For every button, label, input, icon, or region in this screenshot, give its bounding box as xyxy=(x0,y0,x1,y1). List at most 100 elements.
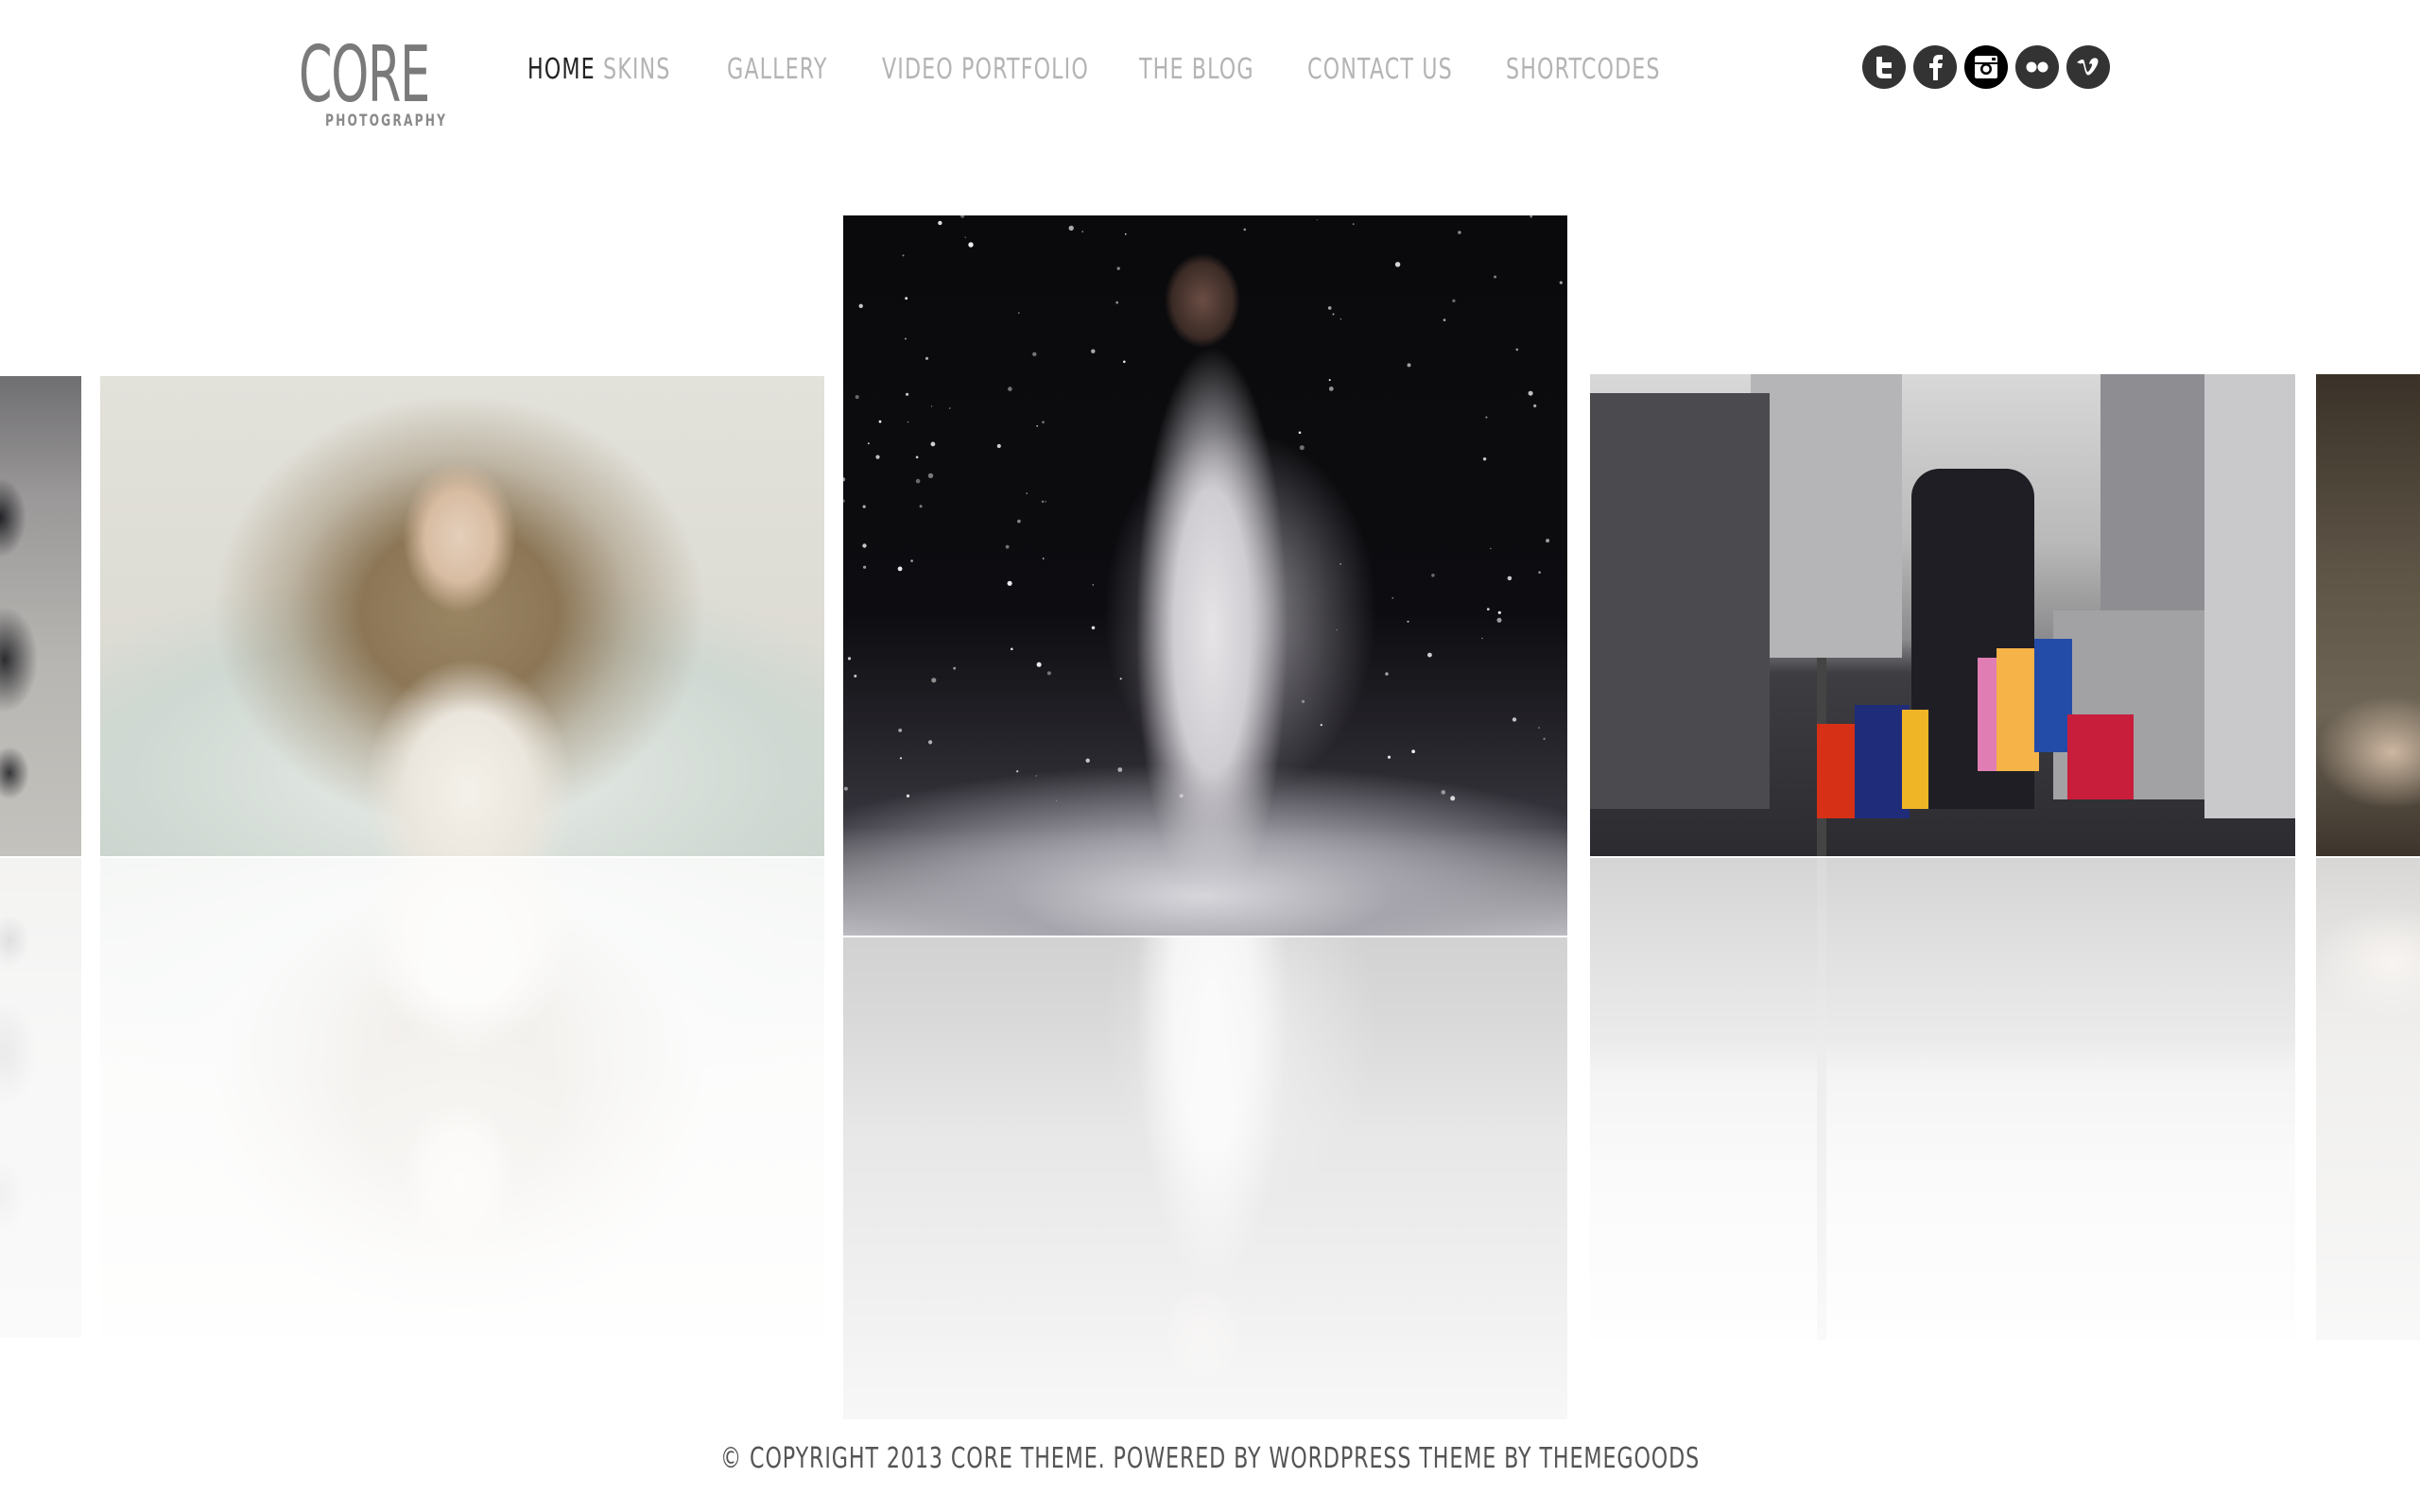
twitter-icon[interactable] xyxy=(1862,45,1906,89)
star xyxy=(1443,318,1446,321)
star xyxy=(862,505,866,508)
star xyxy=(1481,637,1483,640)
star xyxy=(1328,387,1334,391)
footer: © COPYRIGHT 2013 CORE THEME. POWERED BY … xyxy=(0,1440,2420,1478)
star xyxy=(996,443,1001,449)
stars-decoration xyxy=(843,215,1563,801)
star xyxy=(1427,652,1432,658)
nav-home[interactable]: HOME xyxy=(527,49,595,91)
nav-shortcodes[interactable]: SHORTCODES xyxy=(1506,49,1660,91)
star xyxy=(878,420,882,423)
star xyxy=(906,392,909,396)
star xyxy=(964,236,966,238)
star xyxy=(1407,620,1409,623)
star xyxy=(843,477,846,482)
gallery-slide-interior-heels[interactable] xyxy=(2316,374,2420,856)
star xyxy=(915,455,919,459)
star xyxy=(1117,767,1123,772)
star xyxy=(960,215,965,218)
star xyxy=(1026,492,1028,494)
star xyxy=(1458,231,1461,234)
nav-gallery[interactable]: GALLERY xyxy=(727,49,841,91)
star xyxy=(1017,312,1020,314)
star xyxy=(1035,775,1037,777)
star xyxy=(1411,749,1415,753)
star xyxy=(1336,628,1338,631)
gallery-slide-woman-on-bed[interactable] xyxy=(100,376,824,856)
star xyxy=(1394,262,1401,267)
star xyxy=(1512,717,1517,722)
star xyxy=(1387,755,1392,759)
star xyxy=(1068,225,1074,232)
star xyxy=(1123,360,1126,364)
vimeo-icon[interactable] xyxy=(2066,45,2110,89)
star xyxy=(1332,313,1335,316)
star xyxy=(897,566,903,572)
star xyxy=(1119,678,1122,680)
star xyxy=(847,657,852,661)
star xyxy=(907,421,909,423)
star xyxy=(1340,318,1342,320)
star xyxy=(1441,790,1446,795)
star xyxy=(905,297,908,301)
star xyxy=(1538,571,1541,574)
star xyxy=(1007,580,1012,586)
flickr-icon[interactable] xyxy=(2015,45,2059,89)
nav-skins[interactable]: SKINS xyxy=(603,49,695,91)
star xyxy=(1431,574,1435,577)
star xyxy=(1032,352,1037,356)
gallery-slide-abstract-tree[interactable] xyxy=(0,376,81,856)
star xyxy=(1005,544,1010,549)
star xyxy=(1092,584,1095,586)
star xyxy=(854,674,857,678)
star xyxy=(899,757,903,760)
slide-reflection xyxy=(2316,858,2420,1340)
star xyxy=(1081,231,1083,232)
star xyxy=(1392,596,1394,599)
star xyxy=(905,337,907,340)
star xyxy=(930,405,933,407)
slide-reflection xyxy=(0,858,81,1338)
star xyxy=(1124,232,1127,235)
site-logo[interactable]: CORE PHOTOGRAPHY xyxy=(299,32,459,136)
star xyxy=(1042,558,1045,559)
slide-reflection xyxy=(1590,858,2295,1340)
star xyxy=(930,441,936,447)
star xyxy=(1452,299,1456,302)
main-nav: HOME SKINS GALLERY VIDEO PORTFOLIO THE B… xyxy=(527,49,1695,91)
star xyxy=(1316,219,1318,221)
nav-video-portfolio[interactable]: VIDEO PORTFOLIO xyxy=(882,49,1088,91)
star xyxy=(1298,431,1302,435)
star xyxy=(1543,737,1546,741)
star xyxy=(1385,672,1389,676)
star xyxy=(948,407,951,409)
instagram-icon[interactable] xyxy=(1964,45,2008,89)
star xyxy=(1507,576,1512,581)
star xyxy=(855,395,859,400)
gallery-slide-city-shopping[interactable] xyxy=(1590,374,2295,856)
star xyxy=(1091,349,1096,353)
star xyxy=(1320,724,1322,727)
nav-the-blog[interactable]: THE BLOG xyxy=(1139,49,1264,91)
star xyxy=(910,559,913,562)
star xyxy=(1116,266,1120,270)
star xyxy=(1036,662,1042,667)
star xyxy=(968,242,974,248)
nav-contact-us[interactable]: CONTACT US xyxy=(1307,49,1454,91)
facebook-icon[interactable] xyxy=(1913,45,1957,89)
social-links xyxy=(1862,45,2110,89)
star xyxy=(928,740,933,745)
star xyxy=(1243,228,1247,232)
star xyxy=(843,786,848,791)
star xyxy=(1056,799,1058,801)
star xyxy=(867,442,870,445)
gallery-slide-woman-in-space[interactable] xyxy=(843,215,1567,936)
logo-subtitle: PHOTOGRAPHY xyxy=(325,112,448,130)
star xyxy=(862,543,867,548)
star xyxy=(1299,445,1305,451)
star xyxy=(1538,727,1540,730)
city-shopping-photo xyxy=(1590,374,2295,856)
star xyxy=(1546,539,1550,543)
star xyxy=(906,794,910,798)
star xyxy=(925,356,929,360)
